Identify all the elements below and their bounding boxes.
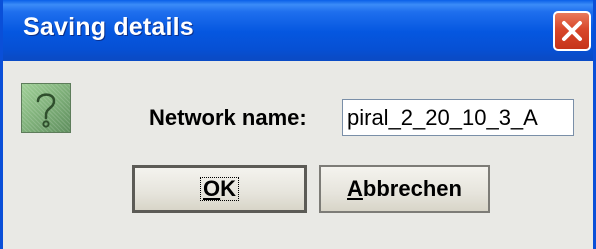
dialog-body: Network name: OK Abbrechen [3, 61, 593, 249]
cancel-button[interactable]: Abbrechen [319, 165, 490, 213]
window-title: Saving details [23, 13, 194, 41]
ok-button-label: OK [199, 177, 239, 201]
close-icon [562, 21, 582, 41]
cancel-button-label: Abbrechen [347, 176, 462, 201]
close-button[interactable] [553, 11, 591, 51]
question-mark-icon [21, 83, 71, 133]
network-name-input[interactable] [342, 99, 574, 136]
title-bar[interactable]: Saving details [3, 0, 593, 58]
network-name-label: Network name: [149, 105, 307, 130]
ok-button[interactable]: OK [132, 165, 307, 213]
saving-details-dialog: Saving details Network name: OK Abbreche… [0, 0, 596, 249]
